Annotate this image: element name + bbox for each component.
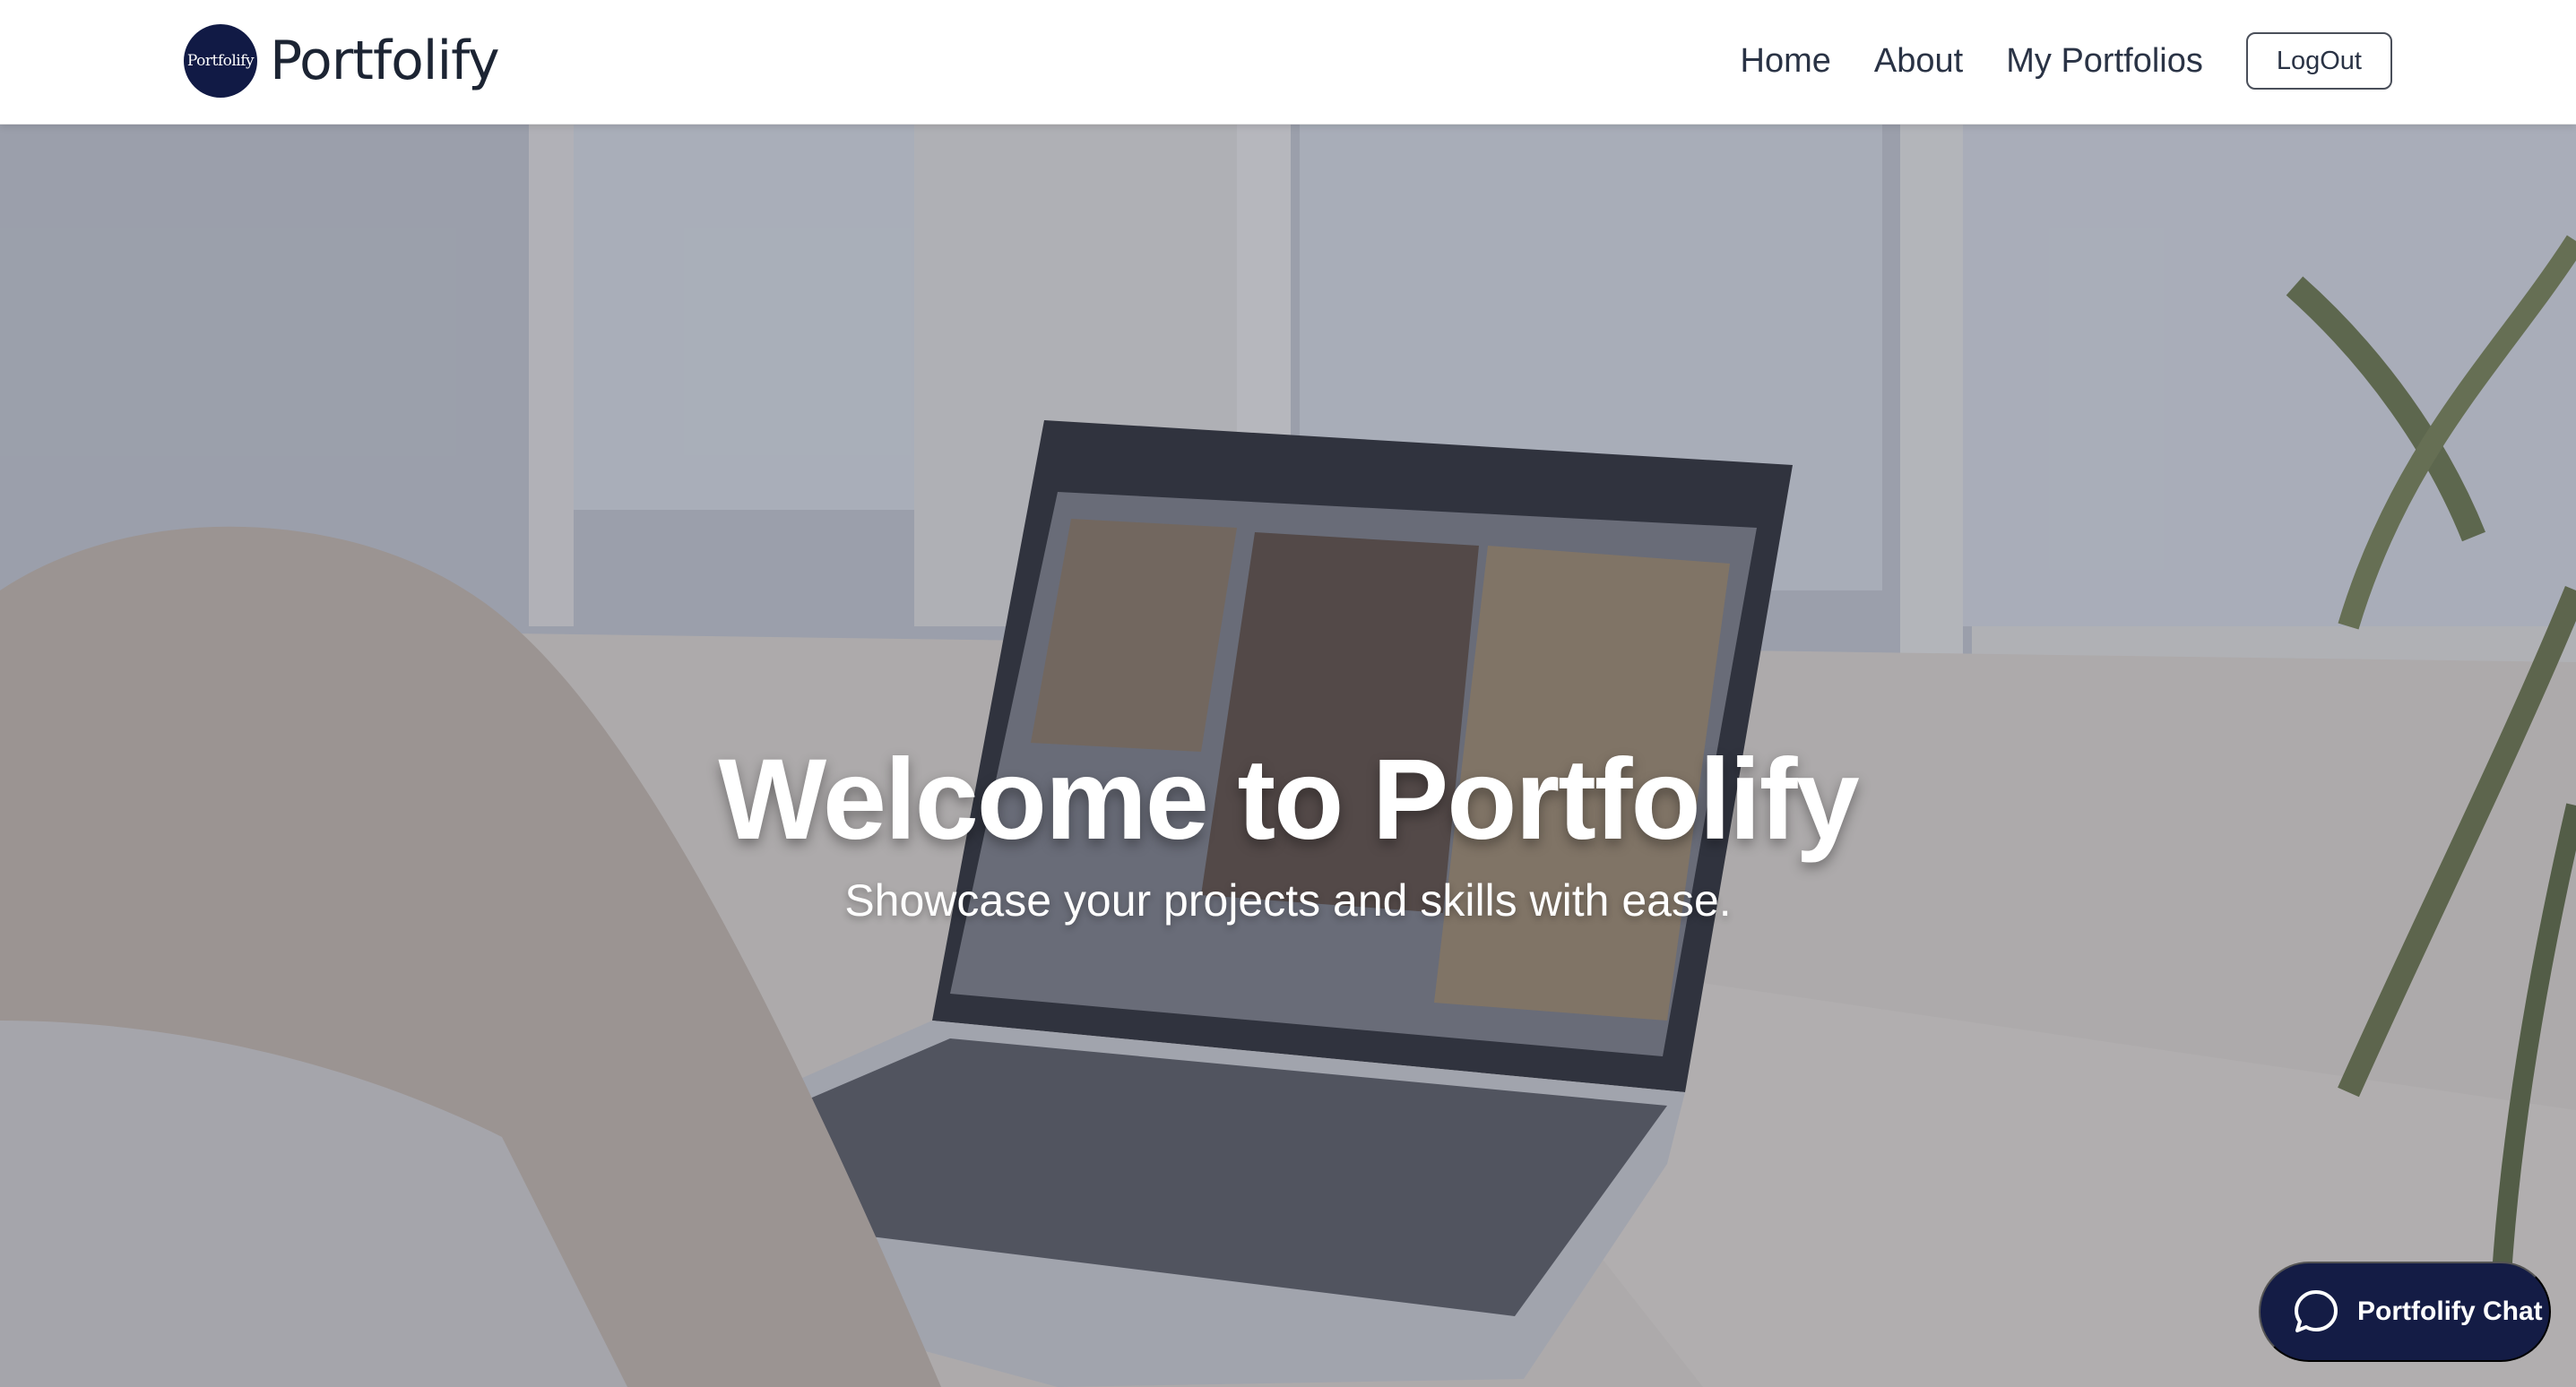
hero-subtitle: Showcase your projects and skills with e… <box>844 875 1732 926</box>
hero-text: Welcome to Portfolify Showcase your proj… <box>0 734 2576 926</box>
nav-link-my-portfolios[interactable]: My Portfolios <box>2006 42 2203 81</box>
navbar: Portfolify Portfolify Home About My Port… <box>0 0 2576 125</box>
portfolify-chat-button[interactable]: Portfolify Chat <box>2259 1262 2551 1362</box>
hero-title: Welcome to Portfolify <box>718 736 1859 864</box>
brand-logo: Portfolify <box>184 24 257 98</box>
chat-button-label: Portfolify Chat <box>2357 1297 2543 1326</box>
chat-bubble-icon <box>2295 1290 2338 1332</box>
nav-link-about[interactable]: About <box>1874 42 1963 81</box>
nav-links: Home About My Portfolios LogOut <box>1741 32 2392 90</box>
brand-logo-text: Portfolify <box>186 52 255 70</box>
brand-link[interactable]: Portfolify Portfolify <box>184 24 500 98</box>
brand-name: Portfolify <box>270 30 500 92</box>
hero-section: Welcome to Portfolify Showcase your proj… <box>0 125 2576 1387</box>
logout-button[interactable]: LogOut <box>2245 32 2392 90</box>
nav-link-home[interactable]: Home <box>1741 42 1831 81</box>
